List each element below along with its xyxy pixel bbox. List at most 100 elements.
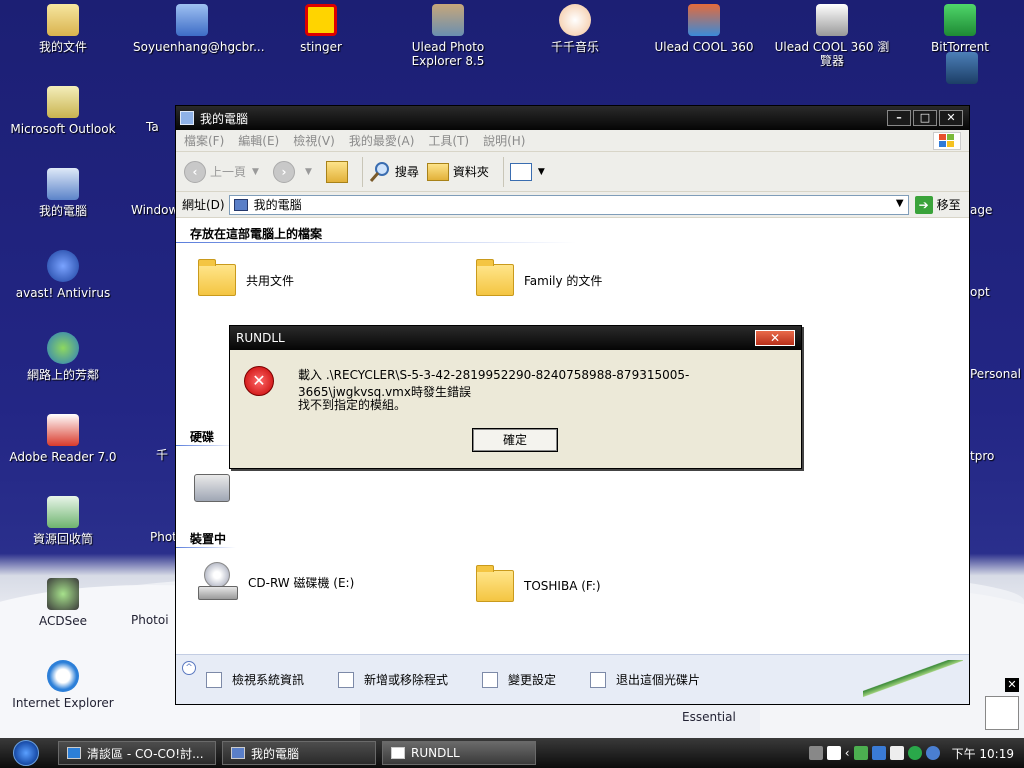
desktop-icon-music[interactable]: 千千音乐 xyxy=(516,4,634,54)
taskbar-task-rundll[interactable]: RUNDLL xyxy=(382,741,536,765)
menu-edit[interactable]: 編輯(E) xyxy=(238,132,279,149)
desktop-icon-cool360-viewer[interactable]: Ulead COOL 360 瀏覽器 xyxy=(773,4,891,68)
desktop-icon-outlook[interactable]: Microsoft Outlook xyxy=(4,86,122,136)
outlook-icon xyxy=(47,86,79,118)
menu-help[interactable]: 說明(H) xyxy=(483,132,525,149)
notepad-icon[interactable] xyxy=(985,696,1019,730)
desktop-icon-network-places[interactable]: 網路上的芳鄰 xyxy=(4,332,122,382)
menu-favorites[interactable]: 我的最愛(A) xyxy=(349,132,415,149)
folders-button[interactable]: 資料夾 xyxy=(426,162,489,181)
desktop-icon-partial-age[interactable]: age xyxy=(970,203,1020,217)
folders-icon xyxy=(426,162,449,181)
desktop-icon-avast[interactable]: avast! Antivirus xyxy=(4,250,122,300)
dialog-titlebar[interactable]: RUNDLL ✕ xyxy=(230,326,801,350)
desktop-icon-cool360[interactable]: Ulead COOL 360 xyxy=(645,4,763,54)
desktop-icon-partial-windows[interactable]: Window xyxy=(131,203,178,217)
desktop-icon-bittorrent[interactable]: BitTorrent xyxy=(901,4,1019,54)
fern-decoration xyxy=(863,660,963,700)
add-remove-icon xyxy=(338,671,355,688)
desktop-icon-adobe-reader[interactable]: Adobe Reader 7.0 xyxy=(4,414,122,464)
taskbar-task-my-computer[interactable]: 我的電腦 xyxy=(222,741,376,765)
system-info-icon xyxy=(206,671,222,688)
views-button[interactable]: ▼ xyxy=(509,162,551,181)
dialog-message-path: 載入 .\RECYCLER\S-5-3-42-2819952290-824075… xyxy=(298,368,690,399)
desktop-icon-partial-qian[interactable]: 千 xyxy=(156,448,176,462)
task-system-info[interactable]: 檢視系統資訊 xyxy=(206,671,304,688)
minimize-button[interactable]: – xyxy=(887,110,911,126)
forward-button[interactable]: › ▼ xyxy=(272,160,318,183)
up-folder-button[interactable] xyxy=(325,160,348,183)
drive-toshiba[interactable]: TOSHIBA (F:) xyxy=(476,565,601,602)
drive-local-disk[interactable] xyxy=(194,474,230,502)
start-button[interactable] xyxy=(0,738,52,768)
taskbar: 清談區 - CO-CO!討... 我的電腦 RUNDLL ‹ 下午 10:19 xyxy=(0,738,1024,768)
dialog-title: RUNDLL xyxy=(236,331,285,345)
menu-file[interactable]: 檔案(F) xyxy=(184,132,224,149)
desktop-icon-network-user[interactable]: Soyuenhang@hgcbr... xyxy=(133,4,265,54)
menu-tools[interactable]: 工具(T) xyxy=(428,132,469,149)
desktop-icon-acdsee[interactable]: ACDSee xyxy=(4,578,122,628)
desktop-icon-ie[interactable]: Internet Explorer xyxy=(4,660,122,710)
cool360-viewer-icon xyxy=(816,4,848,36)
desktop-icon-recycle-bin[interactable]: 資源回收筒 xyxy=(4,496,122,546)
desktop-icon-extra[interactable] xyxy=(944,52,980,88)
address-input[interactable]: 我的電腦 ▼ xyxy=(228,194,909,215)
close-button[interactable]: ✕ xyxy=(939,110,963,126)
eject-icon xyxy=(590,671,607,688)
volume-icon[interactable] xyxy=(889,746,904,760)
chevron-down-icon[interactable]: ▼ xyxy=(896,198,904,209)
desktop-icon-my-documents[interactable]: 我的文件 xyxy=(4,4,122,54)
desktop-icon-stinger[interactable]: stinger xyxy=(262,4,380,54)
adobe-reader-icon xyxy=(47,414,79,446)
section-header-devices: 裝置中 xyxy=(190,532,227,546)
back-button[interactable]: ‹ 上一頁 ▼ xyxy=(184,160,265,183)
folder-shared-documents[interactable]: 共用文件 xyxy=(198,259,294,296)
drive-cdrw[interactable]: CD-RW 磁碟機 (E:) xyxy=(196,562,354,602)
chevron-down-icon: ▼ xyxy=(252,166,259,177)
keyboard-icon[interactable] xyxy=(808,746,823,760)
windows-orb-icon xyxy=(13,740,39,766)
bird-icon xyxy=(946,52,978,84)
folder-icon xyxy=(476,565,514,602)
desktop-icon-partial-opt[interactable]: opt xyxy=(970,285,1020,299)
ok-button[interactable]: 確定 xyxy=(472,428,558,452)
security-icon[interactable] xyxy=(853,746,868,760)
desktop-icon-partial-tpro[interactable]: tpro xyxy=(970,449,1020,463)
task-add-remove-programs[interactable]: 新增或移除程式 xyxy=(338,671,448,688)
chevron-down-icon: ▼ xyxy=(304,166,312,177)
explorer-titlebar[interactable]: 我的電腦 – □ ✕ xyxy=(176,106,969,130)
clock[interactable]: 下午 10:19 xyxy=(952,745,1014,762)
network-icon[interactable] xyxy=(871,746,886,760)
collapse-icon[interactable]: ^ xyxy=(182,661,196,675)
folder-icon xyxy=(476,259,514,296)
forward-arrow-icon: › xyxy=(272,160,295,183)
cd-drive-icon xyxy=(196,562,240,602)
go-arrow-icon: ➔ xyxy=(914,195,933,214)
taskbar-task-forum[interactable]: 清談區 - CO-CO!討... xyxy=(58,741,216,765)
bittorrent-icon xyxy=(944,4,976,36)
section-divider xyxy=(176,547,236,548)
search-button[interactable]: 搜尋 xyxy=(369,161,419,183)
app-tray-icon-2[interactable] xyxy=(925,746,940,760)
desktop-icon-photo-explorer[interactable]: Ulead Photo Explorer 8.5 xyxy=(389,4,507,68)
maximize-button[interactable]: □ xyxy=(913,110,937,126)
ie-icon xyxy=(47,660,79,692)
folder-family-documents[interactable]: Family 的文件 xyxy=(476,259,602,296)
go-button[interactable]: ➔ 移至 xyxy=(914,195,961,214)
tray-expand-icon[interactable]: ‹ xyxy=(845,746,850,760)
help-icon[interactable] xyxy=(826,746,841,760)
search-icon xyxy=(369,161,389,182)
app-tray-icon[interactable] xyxy=(907,746,922,760)
gadget-close-icon[interactable]: ✕ xyxy=(1005,678,1019,692)
menubar: 檔案(F) 編輯(E) 檢視(V) 我的最愛(A) 工具(T) 說明(H) xyxy=(176,130,969,152)
desktop-icon-partial-personal[interactable]: Personal xyxy=(970,367,1024,381)
network-places-icon xyxy=(47,332,79,364)
task-eject-disc[interactable]: 退出這個光碟片 xyxy=(590,671,700,688)
task-change-settings[interactable]: 變更設定 xyxy=(482,671,556,688)
desktop-icon-my-computer[interactable]: 我的電腦 xyxy=(4,168,122,218)
desktop-icon-partial-photoi[interactable]: Photoi xyxy=(131,613,177,627)
my-documents-icon xyxy=(47,4,79,36)
dialog-close-button[interactable]: ✕ xyxy=(755,330,795,346)
desktop-icon-partial-essential[interactable]: Essential xyxy=(682,710,736,724)
menu-view[interactable]: 檢視(V) xyxy=(293,132,335,149)
